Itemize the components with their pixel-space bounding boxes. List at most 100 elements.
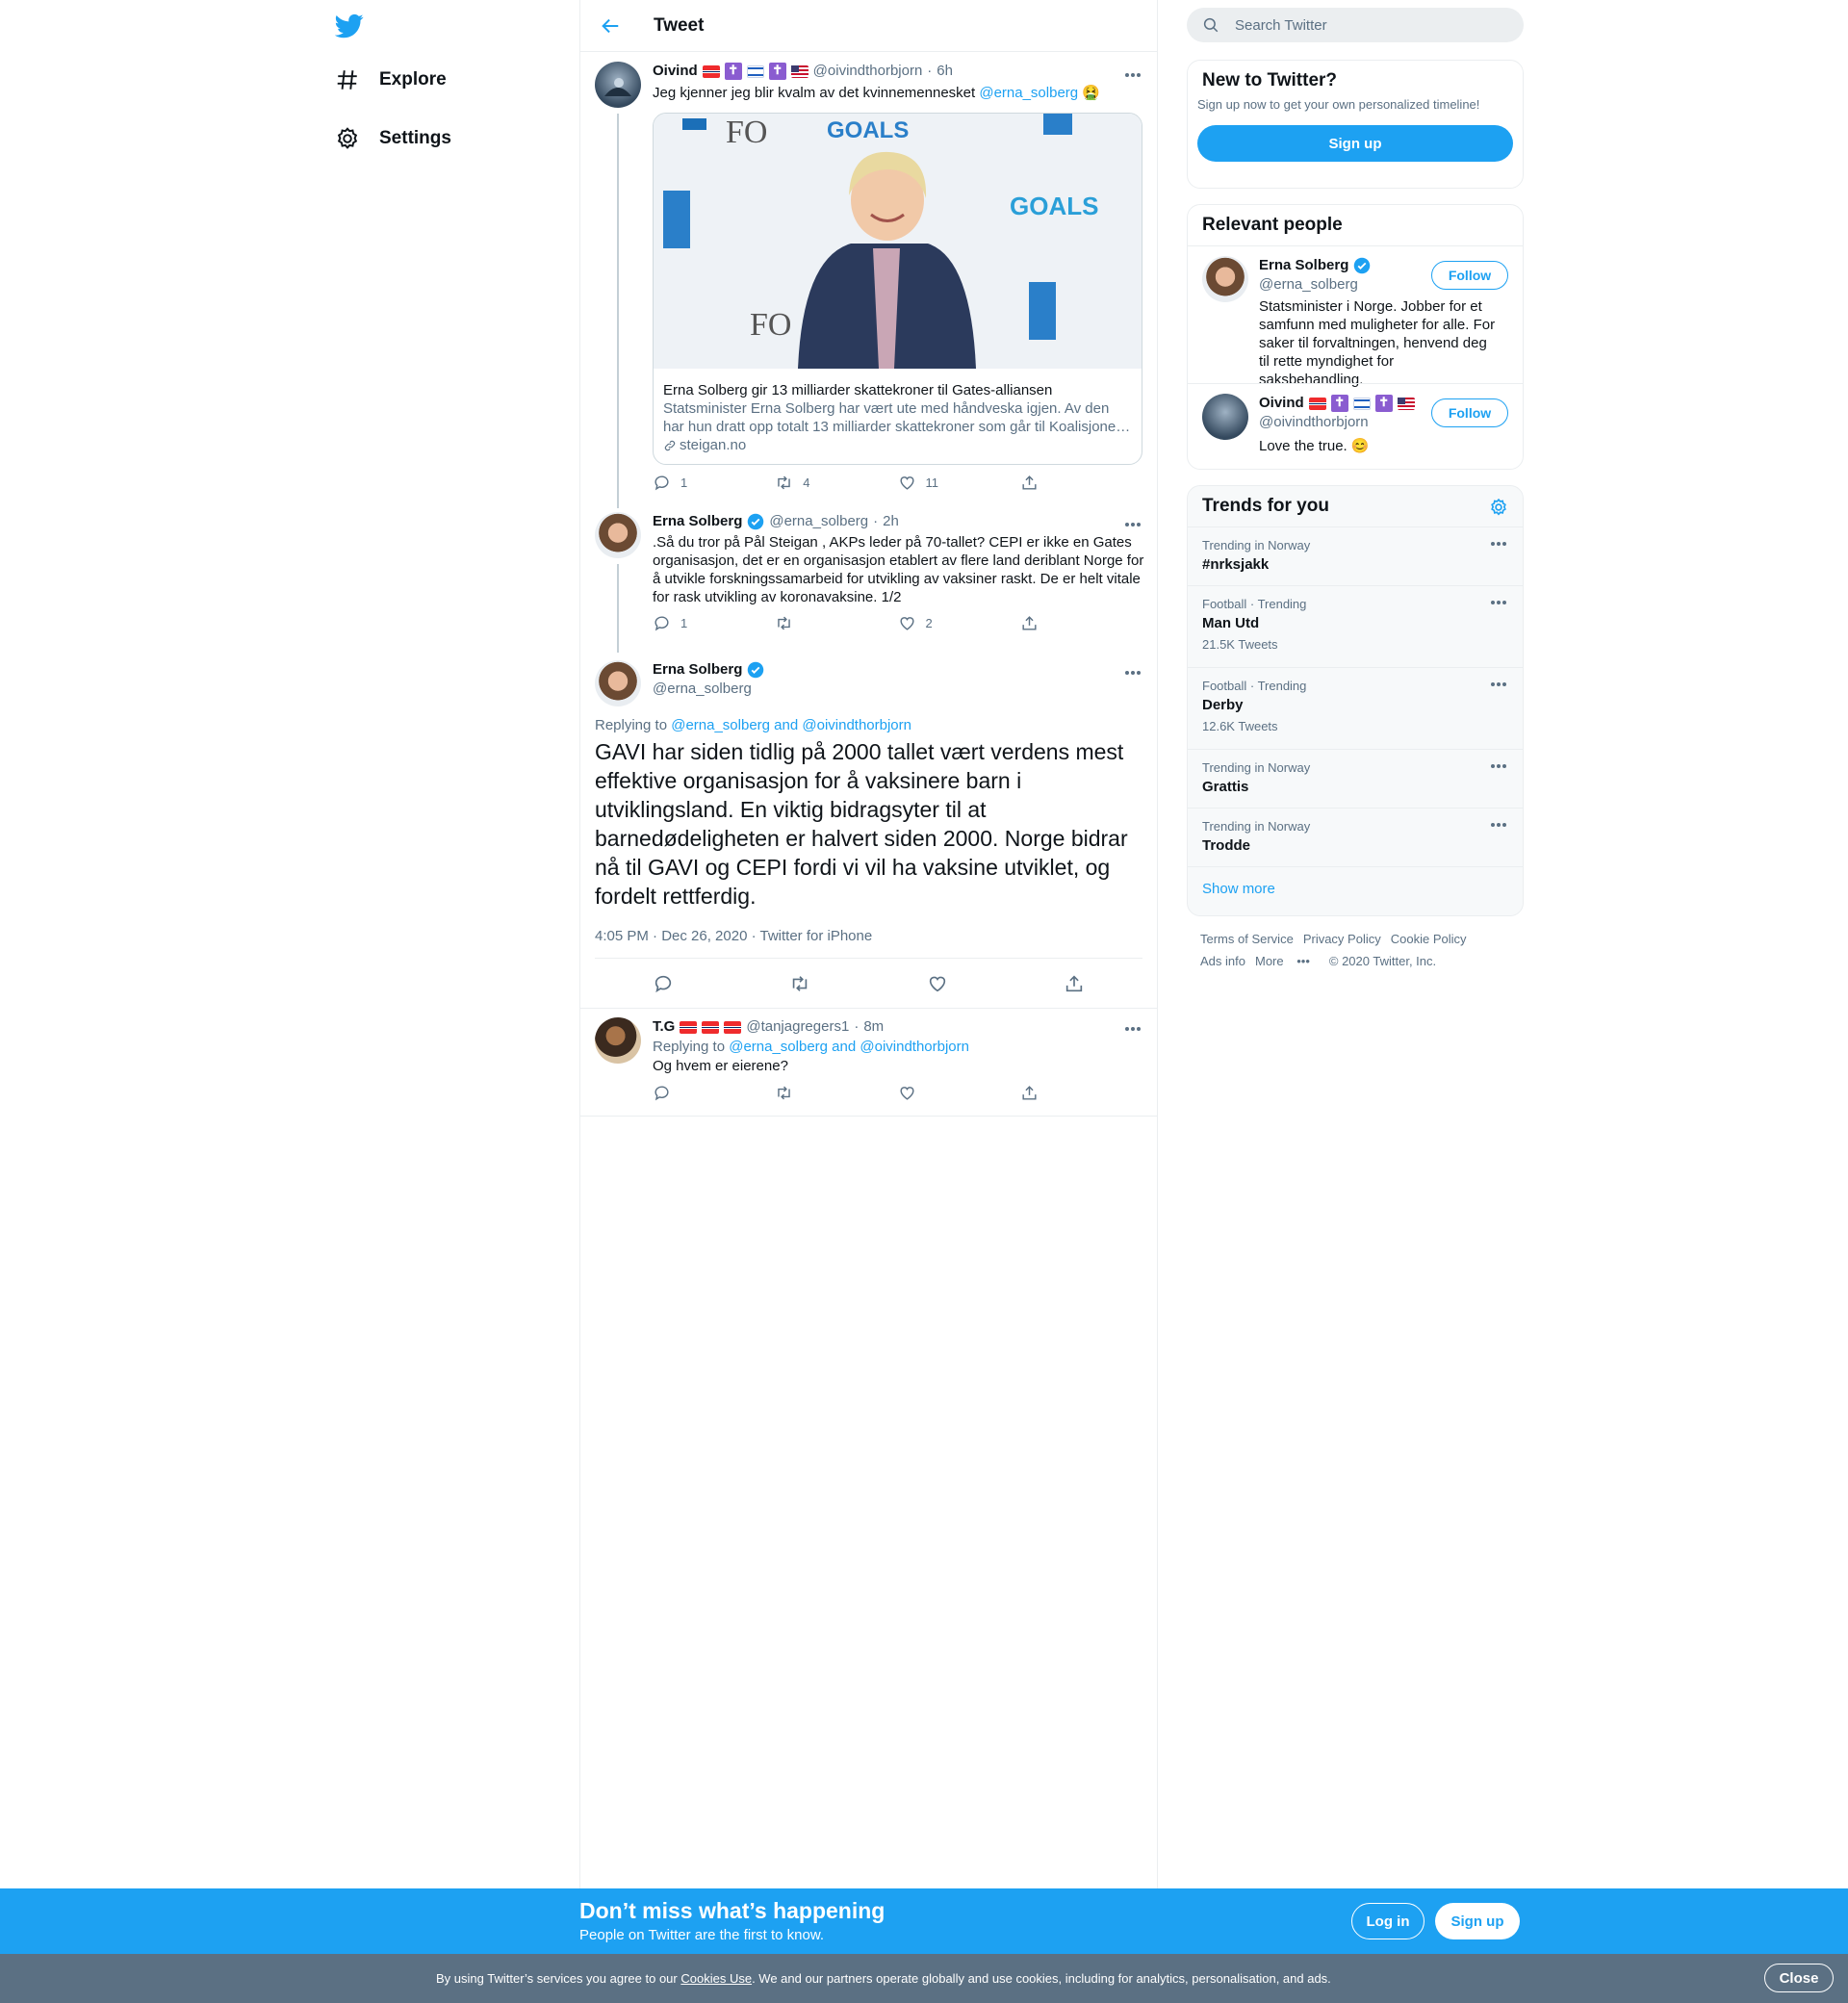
focus-tweet-text: GAVI har siden tidlig på 2000 tallet vær… [595, 739, 1128, 909]
author-handle[interactable]: @erna_solberg [653, 680, 1142, 699]
back-arrow-icon[interactable] [600, 15, 621, 37]
author-handle[interactable]: @oivindthorbjorn [813, 62, 923, 81]
author-name[interactable]: Erna Solberg [653, 660, 742, 680]
like-button[interactable]: 11 [898, 474, 1020, 492]
mention-link[interactable]: @erna_solberg [979, 85, 1078, 101]
share-icon[interactable] [1064, 973, 1085, 994]
banner-subheading: People on Twitter are the first to know. [579, 1927, 825, 1943]
timestamp[interactable]: 6h [937, 62, 953, 81]
more-options-icon[interactable] [1124, 1026, 1142, 1032]
author-handle[interactable]: @tanjagregers1 [746, 1017, 849, 1037]
retweet-icon[interactable] [789, 973, 810, 994]
author-name[interactable]: Erna Solberg [653, 512, 742, 531]
timestamp[interactable]: 2h [883, 512, 899, 531]
follow-button[interactable]: Follow [1431, 398, 1508, 427]
like-button[interactable] [898, 1084, 1020, 1102]
retweet-button[interactable] [775, 1084, 897, 1102]
heart-icon[interactable] [927, 973, 948, 994]
link-card[interactable]: FO GOALS GOALS FO FO Erna Solberg gir 13… [653, 113, 1142, 465]
avatar[interactable] [1202, 256, 1248, 302]
terms-link[interactable]: Terms of Service [1200, 932, 1294, 946]
avatar[interactable] [595, 1017, 641, 1064]
retweet-icon [778, 616, 791, 630]
reply-button[interactable]: 1 [653, 474, 775, 492]
person-oivind[interactable]: Follow Oivind ✝ ✝ @oivindthorbjorn Love … [1188, 383, 1523, 469]
hashtag-icon [337, 70, 357, 90]
show-more-link[interactable]: Show more [1188, 866, 1523, 912]
more-link[interactable]: More ••• [1255, 954, 1320, 968]
like-button[interactable]: 2 [898, 614, 1020, 632]
trend-item[interactable]: Trending in Norway #nrksjakk [1188, 526, 1523, 585]
more-options-icon[interactable] [1124, 670, 1142, 676]
norway-flag-icon [680, 1020, 698, 1034]
retweet-button[interactable] [775, 614, 897, 632]
trend-name: Grattis [1202, 779, 1249, 795]
person-bio: Love the true. 😊 [1259, 438, 1370, 454]
tweet-header: Erna Solberg [653, 660, 1142, 680]
more-options-icon[interactable] [1490, 822, 1507, 828]
more-options-icon[interactable] [1124, 72, 1142, 78]
follow-button[interactable]: Follow [1431, 261, 1508, 290]
share-button[interactable] [1020, 474, 1142, 492]
main-column: Tweet Oivind ✝ ✝ @oivindthorbjorn · 6h J… [579, 0, 1158, 1888]
reply-button[interactable] [653, 1084, 775, 1102]
privacy-link[interactable]: Privacy Policy [1303, 932, 1381, 946]
avatar[interactable] [595, 660, 641, 706]
settings-gear-icon[interactable] [1489, 498, 1508, 517]
tweet-oivind[interactable]: Oivind ✝ ✝ @oivindthorbjorn · 6h Jeg kje… [580, 52, 1157, 508]
person-name[interactable]: Oivind [1259, 394, 1304, 413]
tweet-actions: 1 2 [653, 614, 1142, 632]
search-input[interactable]: Search Twitter [1187, 8, 1524, 42]
more-options-icon[interactable] [1490, 681, 1507, 687]
replying-to-links[interactable]: @erna_solberg and @oivindthorbjorn [671, 717, 911, 733]
trend-item[interactable]: Football · Trending Derby 12.6K Tweets [1188, 667, 1523, 749]
person-erna[interactable]: Follow Erna Solberg @erna_solberg Statsm… [1188, 245, 1523, 388]
cookie-policy-link[interactable]: Cookie Policy [1391, 932, 1467, 946]
retweet-button[interactable]: 4 [775, 474, 897, 492]
nav-settings[interactable]: Settings [335, 126, 451, 151]
focus-actions [595, 958, 1142, 1008]
norway-flag-icon [702, 1020, 720, 1034]
trend-item[interactable]: Trending in Norway Trodde [1188, 808, 1523, 866]
trend-item[interactable]: Trending in Norway Grattis [1188, 749, 1523, 808]
more-options-icon[interactable] [1490, 541, 1507, 547]
tweet-erna-reply[interactable]: Erna Solberg @erna_solberg · 2h .Så du t… [580, 504, 1157, 653]
reply-button[interactable]: 1 [653, 614, 775, 632]
more-options-icon[interactable] [1490, 763, 1507, 769]
replying-to: Replying to @erna_solberg and @oivindtho… [595, 717, 911, 733]
avatar[interactable] [1202, 394, 1248, 440]
cookies-use-link[interactable]: Cookies Use [680, 1971, 752, 1986]
login-button[interactable]: Log in [1351, 1903, 1424, 1939]
author-name[interactable]: T.G [653, 1017, 675, 1037]
tweet-meta[interactable]: 4:05 PM · Dec 26, 2020 · Twitter for iPh… [595, 928, 1142, 944]
cookie-close-button[interactable]: Close [1764, 1964, 1834, 1992]
more-options-icon[interactable] [1124, 522, 1142, 527]
replying-to-links[interactable]: @erna_solberg and @oivindthorbjorn [729, 1039, 969, 1055]
trend-item[interactable]: Football · Trending Man Utd 21.5K Tweets [1188, 585, 1523, 667]
nav-explore[interactable]: Explore [335, 67, 447, 92]
timestamp[interactable]: 8m [863, 1017, 884, 1037]
tweet-text: Jeg kjenner jeg blir kvalm av det kvinne… [653, 85, 1100, 101]
tweet-header: T.G @tanjagregers1 · 8m [653, 1017, 885, 1037]
person-name[interactable]: Erna Solberg [1259, 256, 1348, 275]
cross-emoji-icon: ✝ [1330, 395, 1348, 412]
ads-info-link[interactable]: Ads info [1200, 954, 1245, 968]
more-options-icon[interactable] [1490, 600, 1507, 605]
avatar[interactable] [595, 512, 641, 558]
share-button[interactable] [1020, 1084, 1142, 1102]
israel-flag-icon [1352, 397, 1371, 410]
signup-banner: Don’t miss what’s happening People on Tw… [0, 1888, 1848, 1954]
signup-button[interactable]: Sign up [1197, 125, 1513, 162]
reply-icon[interactable] [653, 973, 674, 994]
author-name[interactable]: Oivind [653, 62, 698, 81]
tweet-reply-tg[interactable]: T.G @tanjagregers1 · 8m Replying to @ern… [580, 1008, 1157, 1117]
retweet-icon [778, 1086, 791, 1100]
trend-name: Derby [1202, 697, 1244, 713]
author-handle[interactable]: @erna_solberg [769, 512, 868, 531]
avatar[interactable] [595, 62, 641, 108]
page-title: Tweet [654, 14, 705, 36]
share-button[interactable] [1020, 614, 1142, 632]
share-icon [1022, 475, 1037, 490]
twitter-logo-icon[interactable] [335, 12, 364, 40]
banner-signup-button[interactable]: Sign up [1435, 1903, 1520, 1939]
